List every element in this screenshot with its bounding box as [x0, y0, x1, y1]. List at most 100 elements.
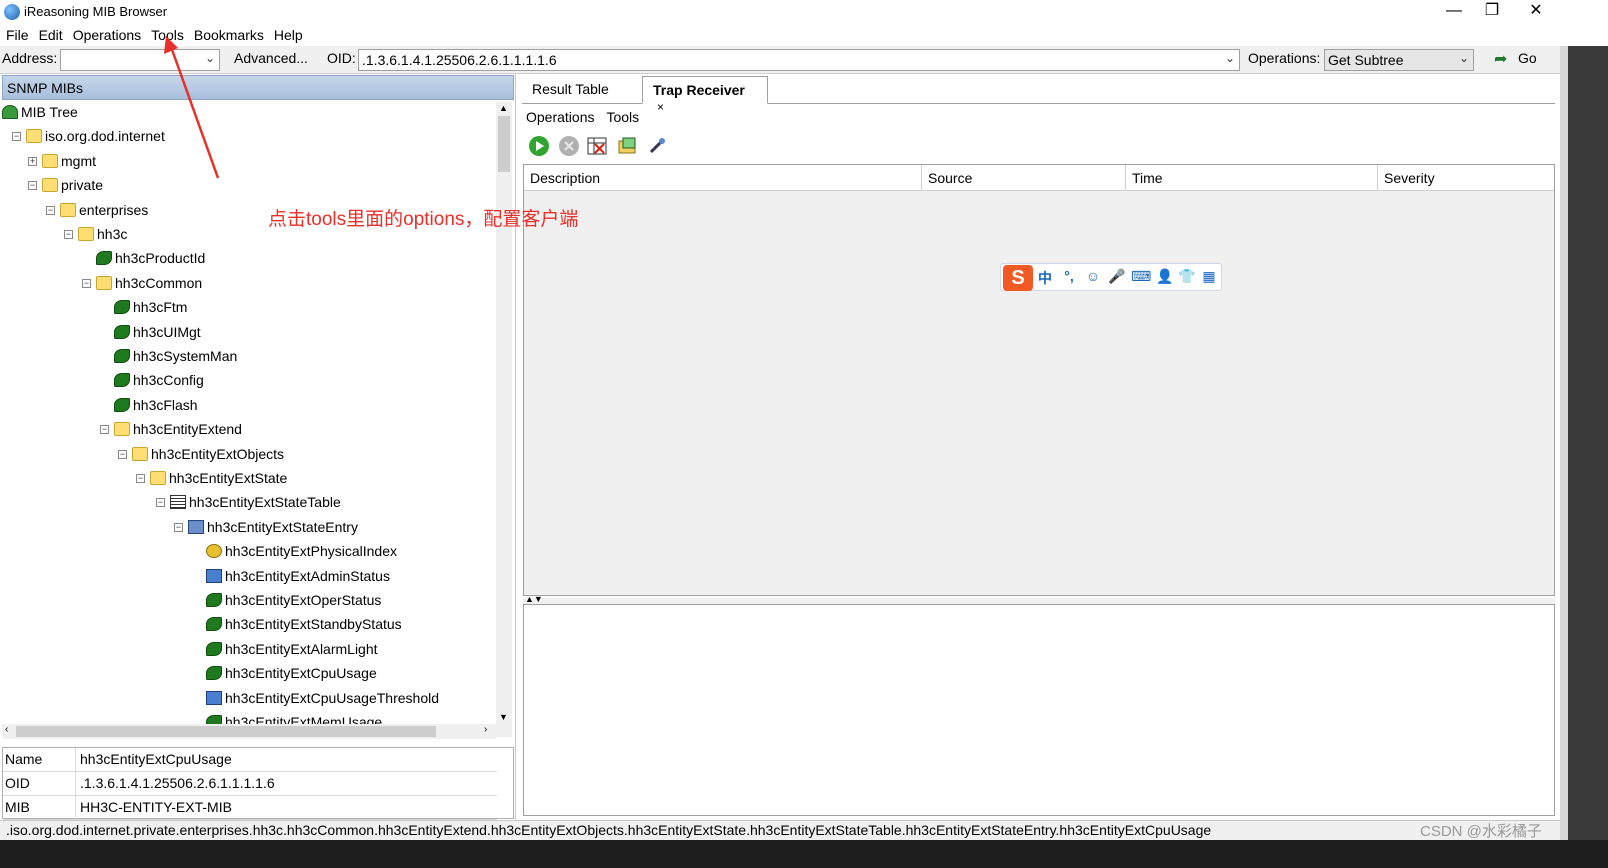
operations-select[interactable]: Get Subtree ⌄ — [1324, 49, 1474, 71]
tree-node[interactable]: − hh3cEntityExtStateEntry — [174, 517, 358, 539]
tree-node[interactable]: − hh3cCommon — [82, 273, 202, 295]
tree-node[interactable]: hh3cEntityExtAlarmLight — [206, 639, 378, 661]
tree-node[interactable]: − hh3cEntityExtState — [136, 468, 287, 490]
ime-keyboard-icon[interactable]: ⌨ — [1131, 268, 1151, 288]
tree-node[interactable]: − hh3cEntityExtObjects — [118, 444, 285, 466]
tree-node-label: hh3cEntityExtStandbyStatus — [225, 616, 402, 633]
tab-result-table[interactable]: Result Table — [522, 76, 640, 104]
collapse-icon[interactable]: − — [174, 522, 183, 532]
column-source[interactable]: Source — [922, 165, 1126, 191]
ime-punct-icon[interactable]: °, — [1059, 268, 1079, 288]
tree-node-label: hh3cEntityExtObjects — [151, 445, 285, 462]
leaf-icon — [114, 397, 130, 412]
mib-tree[interactable]: MIB Tree − iso.org.dod.internet + mgmt − priva… — [2, 102, 496, 752]
tree-node[interactable]: + mgmt — [28, 151, 96, 173]
go-arrow-icon[interactable]: ➦ — [1494, 49, 1507, 69]
scroll-down-icon[interactable]: ▼ — [499, 712, 508, 722]
table-row[interactable]: OID .1.3.6.1.4.1.25506.2.6.1.1.1.1.6 — [3, 772, 497, 796]
collapse-icon[interactable]: − — [12, 132, 21, 142]
close-button[interactable]: ✕ — [1514, 0, 1558, 24]
tab-trap-receiver[interactable]: Trap Receiver × — [642, 76, 768, 114]
start-icon[interactable] — [529, 136, 549, 156]
ime-grid-icon[interactable]: ▦ — [1199, 268, 1219, 288]
ime-mode-icon[interactable]: 中 — [1035, 268, 1055, 288]
scroll-thumb[interactable] — [498, 116, 510, 172]
oid-combobox[interactable]: .1.3.6.1.4.1.25506.2.6.1.1.1.1.6 ⌄ — [358, 49, 1240, 71]
menu-edit[interactable]: Edit — [33, 24, 67, 43]
tree-node[interactable]: MIB Tree — [2, 102, 78, 124]
scroll-up-icon[interactable]: ▲ — [499, 103, 508, 113]
tree-node[interactable]: hh3cEntityExtCpuUsageThreshold — [206, 688, 439, 710]
address-label: Address: — [2, 50, 58, 66]
collapse-icon[interactable]: − — [28, 181, 37, 191]
tree-horizontal-scrollbar[interactable]: ‹ › — [2, 724, 496, 739]
settings-wrench-icon[interactable] — [647, 136, 667, 156]
column-time[interactable]: Time — [1126, 165, 1378, 191]
restore-button[interactable]: ❐ — [1470, 0, 1514, 24]
trap-menu-operations[interactable]: Operations — [522, 106, 602, 125]
column-severity[interactable]: Severity — [1378, 165, 1554, 191]
tree-node[interactable]: hh3cEntityExtAdminStatus — [206, 566, 390, 588]
scroll-right-icon[interactable]: › — [484, 724, 487, 735]
split-arrows-icon[interactable]: ▲▼ — [525, 594, 543, 604]
tree-vertical-scrollbar[interactable]: ▲ ▼ — [496, 102, 512, 737]
collapse-icon[interactable]: − — [64, 230, 73, 239]
ime-mic-icon[interactable]: 🎤 — [1107, 268, 1127, 288]
tree-icon — [2, 105, 18, 119]
ime-skin-icon[interactable]: 👕 — [1177, 268, 1197, 288]
tree-node[interactable]: hh3cFtm — [114, 297, 187, 319]
tree-node[interactable]: − enterprises — [46, 200, 148, 222]
collapse-icon[interactable]: − — [118, 449, 127, 459]
trap-table[interactable]: Description Source Time Severity — [523, 164, 1555, 596]
table-row[interactable]: MIB HH3C-ENTITY-EXT-MIB — [3, 796, 497, 820]
expand-icon[interactable]: + — [28, 156, 37, 166]
tree-node-label: iso.org.dod.internet — [45, 128, 165, 145]
tree-node[interactable]: hh3cEntityExtPhysicalIndex — [206, 541, 397, 563]
menu-file[interactable]: File — [0, 24, 33, 43]
chevron-down-icon[interactable]: ⌄ — [1225, 51, 1235, 65]
tree-node[interactable]: hh3cEntityExtStandbyStatus — [206, 614, 402, 636]
key-icon — [206, 544, 222, 559]
stop-icon[interactable] — [559, 136, 579, 156]
go-button[interactable]: Go — [1518, 50, 1537, 66]
table-header: Description Source Time Severity — [524, 165, 1554, 191]
tree-node[interactable]: − hh3c — [64, 224, 127, 246]
scroll-left-icon[interactable]: ‹ — [5, 724, 8, 735]
chevron-down-icon[interactable]: ⌄ — [1459, 51, 1469, 65]
collapse-icon[interactable]: − — [136, 474, 145, 483]
sogou-logo-icon[interactable]: S — [1003, 265, 1033, 291]
tree-node[interactable]: hh3cProductId — [96, 248, 205, 270]
table-row[interactable]: Name hh3cEntityExtCpuUsage — [3, 748, 497, 772]
tree-node[interactable]: − private — [28, 175, 103, 197]
menu-operations[interactable]: Operations — [67, 24, 145, 43]
trap-menu-tools[interactable]: Tools — [602, 106, 647, 125]
tree-node[interactable]: hh3cConfig — [114, 370, 204, 392]
trap-detail-pane[interactable] — [523, 604, 1555, 816]
property-key: OID — [5, 775, 30, 791]
ime-user-icon[interactable]: 👤 — [1155, 268, 1175, 288]
advanced-button[interactable]: Advanced... — [234, 50, 308, 66]
collapse-icon[interactable]: − — [156, 498, 165, 508]
property-key: MIB — [5, 799, 30, 815]
tree-node[interactable]: − hh3cEntityExtend — [100, 419, 242, 441]
collapse-icon[interactable]: − — [46, 205, 55, 215]
tree-node[interactable]: hh3cSystemMan — [114, 346, 237, 368]
scroll-thumb[interactable] — [16, 726, 436, 737]
menu-help[interactable]: Help — [268, 24, 307, 43]
window-edge — [1560, 46, 1608, 840]
ime-emoji-icon[interactable]: ☺ — [1083, 268, 1103, 288]
address-toolbar: Address: ⌄ Advanced... OID: .1.3.6.1.4.1… — [0, 46, 1600, 74]
tree-node[interactable]: − iso.org.dod.internet — [12, 126, 165, 148]
tree-node[interactable]: − hh3cEntityExtStateTable — [156, 492, 341, 514]
tree-node[interactable]: hh3cEntityExtCpuUsage — [206, 663, 377, 685]
tree-node[interactable]: hh3cUIMgt — [114, 322, 201, 344]
tree-node[interactable]: hh3cFlash — [114, 395, 198, 417]
delete-table-icon[interactable] — [587, 136, 607, 156]
collapse-icon[interactable]: − — [82, 278, 91, 288]
tree-node-label: hh3cEntityExtStateEntry — [207, 518, 358, 535]
tree-node[interactable]: hh3cEntityExtOperStatus — [206, 590, 381, 612]
column-description[interactable]: Description — [524, 165, 922, 191]
export-icon[interactable] — [617, 136, 637, 156]
tree-node-label: hh3cEntityExtCpuUsageThreshold — [225, 689, 440, 706]
collapse-icon[interactable]: − — [100, 425, 109, 435]
